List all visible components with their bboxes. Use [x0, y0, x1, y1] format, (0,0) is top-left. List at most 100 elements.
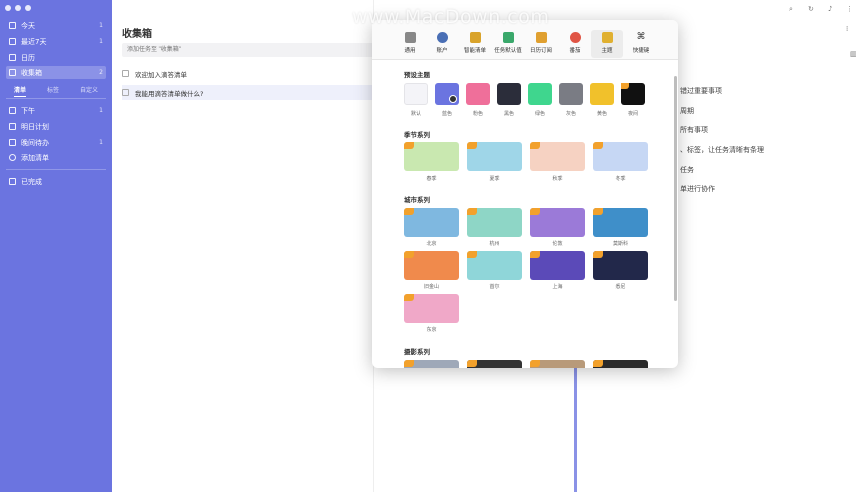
close-window-button[interactable] — [5, 5, 11, 11]
season-theme-0[interactable] — [404, 142, 459, 171]
section-title-city: 城市系列 — [404, 196, 430, 204]
theme-label: 上海 — [552, 284, 563, 290]
theme-label: 东京 — [426, 327, 437, 333]
pref-tab-calendar-sub[interactable]: 日历订阅 — [525, 32, 557, 54]
city-theme-6[interactable] — [530, 251, 585, 280]
list-item[interactable]: 我能用滴答清单做什么? — [122, 85, 384, 100]
preferences-dialog: 通用 账户 智能清单 任务默认值 日历订阅 番茄 主题 ⌘ 快捷键 预设主题 季节… — [372, 20, 678, 368]
theme-swatch-2[interactable] — [466, 83, 490, 105]
tab-lists[interactable]: 清单 — [14, 85, 27, 97]
city-theme-1[interactable] — [467, 208, 522, 237]
phone-icon — [404, 32, 416, 43]
theme-label: 伦敦 — [552, 241, 563, 247]
watermark-logo — [320, 6, 346, 32]
city-theme-0[interactable] — [404, 208, 459, 237]
photo-theme-2[interactable] — [530, 360, 585, 368]
task-title: 我能用滴答清单做什么? — [135, 89, 204, 98]
pref-tab-task-defaults[interactable]: 任务默认值 — [492, 32, 524, 54]
premium-badge — [404, 360, 414, 367]
task-checkbox[interactable] — [122, 89, 129, 96]
premium-badge — [593, 208, 603, 215]
tab-tags[interactable]: 标签 — [47, 85, 59, 97]
premium-badge — [467, 251, 477, 258]
theme-swatch-5[interactable] — [559, 83, 583, 105]
city-theme-2[interactable] — [530, 208, 585, 237]
scrollbar[interactable] — [674, 76, 677, 301]
section-title-season: 季节系列 — [404, 131, 430, 139]
panel-icon[interactable]: ▥ — [850, 50, 857, 58]
divider — [574, 365, 577, 492]
sidebar-item-tomorrow-plan[interactable]: 明日计划 — [6, 120, 106, 133]
city-theme-5[interactable] — [467, 251, 522, 280]
theme-swatch-7[interactable] — [621, 83, 645, 105]
city-theme-3[interactable] — [593, 208, 648, 237]
sidebar-item-evening-todo[interactable]: 晚间待办 1 — [6, 136, 106, 149]
theme-swatch-label: 灰色 — [565, 111, 576, 117]
sidebar-item-calendar[interactable]: 日历 — [6, 51, 106, 64]
sidebar-item-completed[interactable]: 已完成 — [6, 175, 106, 188]
sync-icon[interactable]: ↻ — [808, 5, 815, 13]
season-theme-2[interactable] — [530, 142, 585, 171]
sidebar-item-count: 1 — [99, 139, 103, 146]
theme-swatch-6[interactable] — [590, 83, 614, 105]
premium-badge — [404, 142, 414, 149]
sidebar-item-next7[interactable]: 最近7天 1 — [6, 35, 106, 48]
detail-line: 、标签，让任务清晰有条理 — [680, 146, 764, 154]
list-item[interactable]: 欢迎加入滴答清单 — [122, 66, 384, 81]
pref-tab-shortcuts[interactable]: ⌘ 快捷键 — [625, 32, 657, 54]
zoom-window-button[interactable] — [25, 5, 31, 11]
detail-line: 周期 — [680, 107, 694, 115]
inbox-icon — [9, 69, 16, 76]
theme-swatch-3[interactable] — [497, 83, 521, 105]
more-icon[interactable]: ⁞ — [846, 25, 853, 33]
theme-swatch-label: 绿色 — [534, 111, 545, 117]
premium-badge — [530, 251, 540, 258]
corner-badge — [621, 83, 629, 89]
city-theme-8[interactable] — [404, 294, 459, 323]
sidebar-item-add-list[interactable]: 添加清单 — [6, 151, 106, 164]
section-title-photo: 摄影系列 — [404, 348, 430, 356]
plus-icon — [9, 154, 16, 161]
photo-theme-1[interactable] — [467, 360, 522, 368]
sidebar-item-label: 今天 — [21, 21, 35, 30]
task-check-icon — [502, 32, 514, 43]
check-square-icon — [9, 178, 16, 185]
premium-badge — [530, 360, 540, 367]
user-icon — [436, 32, 448, 43]
sidebar-item-afternoon[interactable]: 下午 1 — [6, 104, 106, 117]
theme-swatch-1[interactable] — [435, 83, 459, 105]
photo-theme-3[interactable] — [593, 360, 648, 368]
premium-badge — [467, 142, 477, 149]
pref-tab-smart-lists[interactable]: 智能清单 — [459, 32, 491, 54]
theme-swatch-0[interactable] — [404, 83, 428, 105]
window-controls — [5, 5, 31, 11]
tab-custom[interactable]: 自定义 — [80, 85, 98, 97]
add-task-input[interactable] — [122, 43, 382, 57]
city-theme-7[interactable] — [593, 251, 648, 280]
more-vertical-icon[interactable]: ⋮ — [846, 5, 853, 13]
pref-tab-label: 快捷键 — [632, 48, 650, 54]
bell-icon[interactable]: ♪ — [828, 5, 835, 13]
sidebar-item-label: 晚间待办 — [21, 138, 49, 147]
city-theme-4[interactable] — [404, 251, 459, 280]
search-icon[interactable]: ⌕ — [789, 5, 796, 13]
season-theme-1[interactable] — [467, 142, 522, 171]
theme-swatch-4[interactable] — [528, 83, 552, 105]
sidebar-item-today[interactable]: 今天 1 — [6, 19, 106, 32]
pref-tab-general[interactable]: 通用 — [394, 32, 426, 54]
photo-theme-0[interactable] — [404, 360, 459, 368]
pref-tab-account[interactable]: 账户 — [426, 32, 458, 54]
sidebar-item-inbox[interactable]: 收集箱 2 — [6, 66, 106, 79]
pref-tab-theme[interactable]: 主题 — [591, 30, 623, 58]
theme-label: 旧金山 — [423, 284, 439, 290]
premium-badge — [404, 208, 414, 215]
minimize-window-button[interactable] — [15, 5, 21, 11]
list-icon — [9, 123, 16, 130]
divider — [6, 169, 106, 170]
season-theme-3[interactable] — [593, 142, 648, 171]
cursor-icon — [449, 95, 457, 103]
pref-tab-pomodoro[interactable]: 番茄 — [559, 32, 591, 54]
task-checkbox[interactable] — [122, 70, 129, 77]
sidebar-item-count: 1 — [99, 38, 103, 45]
sidebar-item-label: 明日计划 — [21, 122, 49, 131]
